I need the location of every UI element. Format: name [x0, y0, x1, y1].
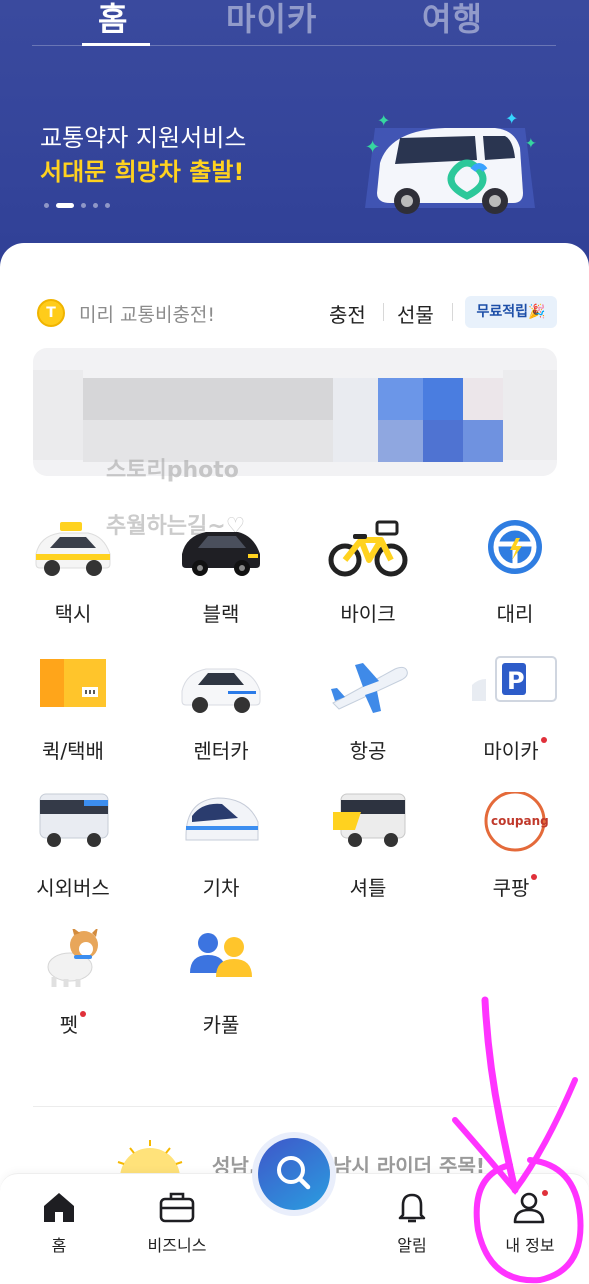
search-button[interactable] [258, 1138, 330, 1210]
service-pet[interactable]: 펫 [8, 929, 138, 1039]
tab-mycar[interactable]: 마이카 [226, 0, 317, 40]
service-mycar[interactable]: P 마이카 [450, 655, 580, 765]
svg-text:P: P [507, 667, 525, 695]
briefcase-icon [159, 1192, 195, 1223]
user-icon [513, 1190, 548, 1224]
pagination-dot-active [56, 203, 74, 208]
tab-home[interactable]: 홈 [98, 0, 128, 40]
banner-title[interactable]: 교통약자 지원서비스 [40, 118, 246, 153]
taxi-icon [35, 522, 111, 576]
service-label: 기차 [202, 876, 240, 900]
gift-button[interactable]: 선물 [397, 299, 434, 328]
separator [452, 303, 453, 321]
charge-prompt[interactable]: 미리 교통비충전! [79, 300, 215, 327]
tabs-divider [32, 45, 556, 46]
nav-business[interactable]: 비즈니스 [127, 1186, 227, 1266]
nav-label: 비즈니스 [147, 1236, 207, 1255]
service-label: 마이카 [450, 735, 580, 764]
nav-label: 알림 [397, 1236, 427, 1255]
service-carpool[interactable]: 카풀 [156, 929, 286, 1039]
service-rental-car[interactable]: 렌터카 [156, 655, 286, 765]
bus-icon [39, 793, 109, 847]
pet-icon [47, 929, 98, 987]
pagination-dot [44, 203, 49, 208]
service-label: 셔틀 [349, 876, 387, 900]
service-bike[interactable]: 바이크 [303, 518, 433, 628]
service-label: 시외버스 [36, 876, 110, 900]
service-label: 대리 [496, 602, 534, 626]
nav-label: 내 정보 [505, 1236, 555, 1255]
svg-text:✦: ✦ [505, 109, 518, 128]
new-badge [540, 737, 547, 743]
top-tabs: 홈 마이카 여행 [0, 0, 589, 46]
new-badge [80, 1011, 87, 1017]
shuttle-icon [333, 793, 406, 847]
service-quick-delivery[interactable]: 퀵/택배 [8, 655, 138, 765]
svg-text:✦: ✦ [365, 137, 380, 158]
service-label: 택시 [54, 602, 92, 626]
svg-text:✦: ✦ [377, 111, 390, 130]
rental-car-icon [181, 668, 261, 713]
nav-notifications[interactable]: 알림 [362, 1186, 462, 1266]
service-black[interactable]: 블랙 [156, 518, 286, 628]
separator [383, 303, 384, 321]
bell-icon [398, 1193, 426, 1223]
nav-label: 홈 [51, 1236, 67, 1255]
service-label: 바이크 [340, 602, 396, 626]
nav-home[interactable]: 홈 [9, 1186, 109, 1266]
service-intercity-bus[interactable]: 시외버스 [8, 792, 138, 902]
svg-text:✦: ✦ [525, 136, 537, 152]
service-coupang[interactable]: coupang 쿠팡 [450, 792, 580, 902]
parcel-box-icon [40, 659, 106, 707]
banner-pagination [44, 203, 110, 208]
service-shuttle[interactable]: 셔틀 [303, 792, 433, 902]
banner-subtitle[interactable]: 서대문 희망차 출발! [40, 152, 244, 187]
airplane-icon [331, 663, 408, 713]
notification-badge [542, 1190, 548, 1196]
steering-wheel-icon [488, 520, 542, 574]
bike-icon [328, 520, 408, 577]
banner-van-illustration[interactable]: ✦ ✦ ✦ ✦ [355, 108, 545, 218]
charge-button[interactable]: 충전 [329, 299, 366, 328]
section-divider [33, 1106, 557, 1107]
carpool-icon [190, 933, 252, 977]
coin-icon: T [37, 299, 65, 327]
tab-travel[interactable]: 여행 [422, 0, 483, 40]
parking-icon: P [472, 656, 557, 702]
charge-row: T 미리 교통비충전! 충전 선물 무료적립🎉 [37, 296, 557, 329]
home-icon [44, 1193, 74, 1222]
train-icon [185, 797, 259, 841]
pagination-dot [105, 203, 110, 208]
free-reward-badge[interactable]: 무료적립🎉 [465, 296, 557, 328]
search-icon [277, 1156, 311, 1190]
new-badge [531, 874, 538, 880]
watermark-text: 스토리photo [106, 458, 239, 483]
service-label: 쿠팡 [450, 872, 580, 901]
service-label: 카풀 [202, 1013, 240, 1037]
service-airline[interactable]: 항공 [303, 655, 433, 765]
service-train[interactable]: 기차 [156, 792, 286, 902]
service-designated-driver[interactable]: 대리 [450, 518, 580, 628]
sun-illustration [117, 1140, 183, 1178]
service-label: 펫 [8, 1009, 138, 1038]
service-label: 항공 [349, 739, 387, 763]
coupang-icon: coupang [484, 792, 549, 852]
service-label: 블랙 [202, 602, 240, 626]
pagination-dot [93, 203, 98, 208]
service-label: 퀵/택배 [42, 739, 104, 763]
service-label: 렌터카 [193, 739, 249, 763]
black-car-icon [182, 532, 260, 576]
service-taxi[interactable]: 택시 [8, 518, 138, 628]
pagination-dot [81, 203, 86, 208]
nav-my-info[interactable]: 내 정보 [480, 1186, 580, 1266]
svg-text:coupang: coupang [491, 814, 549, 828]
